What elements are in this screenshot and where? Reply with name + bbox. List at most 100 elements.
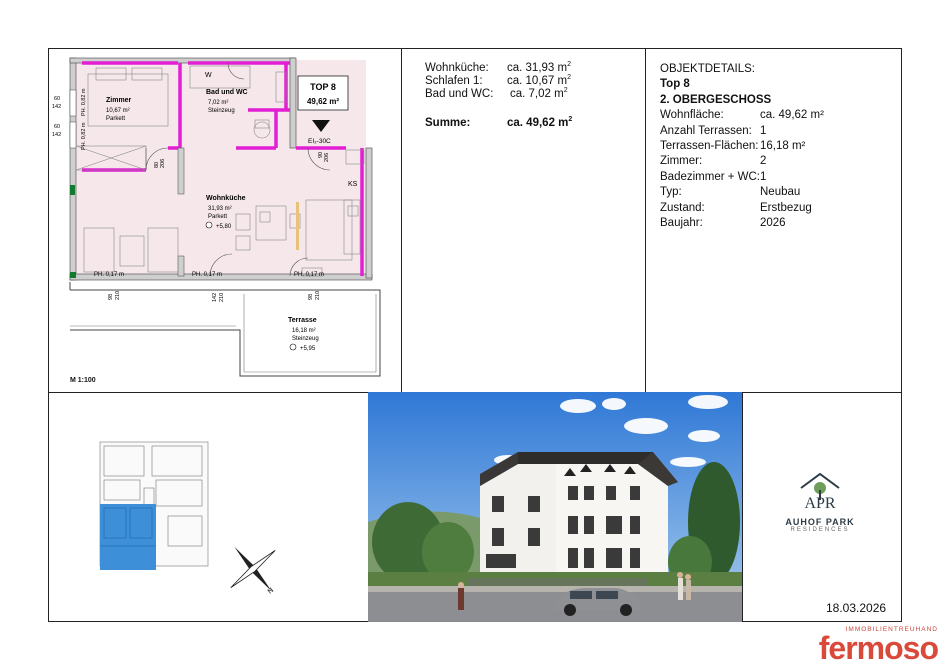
area-row: Schlafen 1: ca. 10,67 m2 — [425, 74, 572, 88]
details-row: Badezimmer + WC: 1 — [660, 170, 824, 185]
terrace-level-marker-icon — [289, 343, 297, 351]
details-row: Baujahr: 2026 — [660, 216, 824, 231]
room-bad-floor: Steinzeug — [208, 108, 235, 114]
area-row-value: ca. 10,67 m — [507, 75, 568, 87]
ph-label-3: PH. 0,17 m — [294, 272, 324, 278]
area-row-label: Wohnküche: — [425, 62, 489, 74]
ph-left-2: PH. 0,82 m — [81, 122, 87, 150]
details-label: Typ: — [660, 186, 682, 199]
scale-label: M 1:100 — [70, 377, 96, 384]
dim-bottom-2: 210 — [115, 291, 121, 300]
room-zimmer-area: 10,67 m² — [106, 108, 130, 114]
ph-label-2: PH. 0,17 m — [192, 272, 222, 278]
details-value: 16,18 m² — [760, 140, 806, 153]
details-value: 2 — [760, 155, 767, 168]
area-row-value: ca. 7,02 m — [510, 88, 564, 100]
room-kueche-level: +5,80 — [216, 224, 232, 230]
room-bad-area: 7,02 m² — [208, 100, 228, 106]
dim-left-2: 142 — [52, 104, 61, 110]
area-row-label: Bad und WC: — [425, 88, 494, 100]
compass-icon: N — [230, 546, 276, 596]
auhof-park-logo: APR AUHOF PARK RESIDENCES — [770, 470, 870, 533]
divider-photo-logo — [742, 392, 743, 622]
dim-left-3: 60 — [54, 124, 60, 130]
details-label: Anzahl Terrassen: — [660, 124, 752, 137]
details-value: Erstbezug — [760, 201, 812, 214]
area-sum-value: ca. 49,62 m — [507, 117, 569, 129]
area-row: Wohnküche: ca. 31,93 m2 — [425, 61, 572, 75]
level-marker-icon — [205, 221, 213, 229]
dim-left-4: 142 — [52, 132, 61, 138]
details-row: Terrassen-Flächen: 16,18 m² — [660, 139, 824, 154]
details-value: ca. 49,62 m² — [760, 109, 824, 122]
details-value: 1 — [760, 170, 767, 183]
dim-bottom-4: 210 — [219, 293, 225, 302]
floor-plan: TOP 8 49,62 m² Zimmer 10,67 m² Parkett B… — [52, 57, 381, 377]
key-plan — [99, 441, 209, 570]
area-row: Bad und WC: ca. 7,02 m2 — [425, 87, 572, 101]
room-terrasse-level: +5,95 — [300, 346, 316, 352]
room-kueche-name: Wohnküche — [206, 195, 246, 202]
plan-door-rating: EI₂-30C — [308, 138, 331, 145]
details-heading: OBJEKTDETAILS: — [660, 63, 756, 75]
details-label: Baujahr: — [660, 217, 703, 230]
details-row: Typ: Neubau — [660, 185, 824, 200]
dim-door-2: 206 — [160, 159, 166, 168]
details-floor: 2. OBERGESCHOSS — [660, 93, 772, 106]
room-terrasse-name: Terrasse — [288, 317, 317, 324]
compass-north-letter: N — [267, 587, 275, 596]
area-sum-row: Summe: ca. 49,62 m2 — [425, 116, 573, 130]
area-list: Wohnküche: ca. 31,93 m2 Schlafen 1: ca. … — [425, 61, 573, 130]
building-rendering — [368, 392, 742, 622]
room-kueche-area: 31,93 m² — [208, 206, 232, 212]
divider-areas-details — [645, 48, 646, 392]
dim-bottom-1: 98 — [108, 294, 114, 300]
room-zimmer-floor: Parkett — [106, 116, 125, 122]
plan-ks-label: KS — [348, 181, 358, 188]
details-value: Neubau — [760, 186, 801, 199]
details-row: Zimmer: 2 — [660, 154, 824, 169]
logo-tagline: RESIDENCES — [790, 527, 850, 533]
details-label: Zustand: — [660, 201, 705, 214]
logo-monogram: APR — [804, 495, 835, 510]
top-number: TOP 8 — [310, 82, 336, 92]
area-unit-sup: 2 — [563, 87, 568, 95]
room-terrasse-area: 16,18 m² — [292, 328, 316, 334]
house-tree-logo-icon: APR — [800, 472, 840, 512]
details-value: 2026 — [760, 217, 786, 230]
area-unit-sup: 2 — [567, 61, 571, 69]
details-label: Zimmer: — [660, 155, 703, 168]
details-label: Terrassen-Flächen: — [660, 140, 759, 153]
room-zimmer-name: Zimmer — [106, 97, 132, 104]
dim-bottom-3: 142 — [212, 293, 218, 302]
top-area: 49,62 m² — [307, 97, 339, 106]
logo-name: AUHOF PARK — [785, 517, 855, 527]
area-row-label: Schlafen 1: — [425, 75, 483, 87]
divider-plan-areas — [401, 48, 402, 392]
fermoso-logo: IMMOBILIENTREUHAND fermoso — [798, 626, 939, 666]
area-sum-label: Summe: — [425, 117, 471, 129]
details-row: Zustand: Erstbezug — [660, 201, 824, 216]
room-kueche-floor: Parkett — [208, 214, 227, 220]
details-label: Wohnfläche: — [660, 109, 724, 122]
details-label: Badezimmer + WC: — [660, 170, 761, 183]
room-terrasse-floor: Steinzeug — [292, 336, 319, 342]
area-sum-unit-sup: 2 — [568, 116, 573, 124]
area-row-value: ca. 31,93 m — [507, 62, 568, 74]
details-value: 1 — [760, 124, 767, 137]
area-unit-sup: 2 — [567, 74, 571, 82]
dim-bottom-6: 210 — [315, 291, 321, 300]
brand-name: fermoso — [818, 630, 939, 666]
key-plan-highlight — [100, 504, 156, 570]
dim-left-1: 60 — [54, 96, 60, 102]
plan-date: 18.03.2026 — [826, 601, 887, 615]
details-row: Wohnfläche: ca. 49,62 m² — [660, 108, 824, 123]
ph-label-1: PH. 0,17 m — [94, 272, 124, 278]
dim-door-4: 206 — [324, 153, 330, 162]
details-top: Top 8 — [660, 78, 690, 91]
room-bad-name: Bad und WC — [206, 89, 248, 96]
details-row: Anzahl Terrassen: 1 — [660, 124, 824, 139]
dim-bottom-5: 98 — [308, 294, 314, 300]
plan-w-label: W — [205, 72, 212, 79]
object-details: OBJEKTDETAILS: Top 8 2. OBERGESCHOSS Woh… — [660, 62, 824, 231]
